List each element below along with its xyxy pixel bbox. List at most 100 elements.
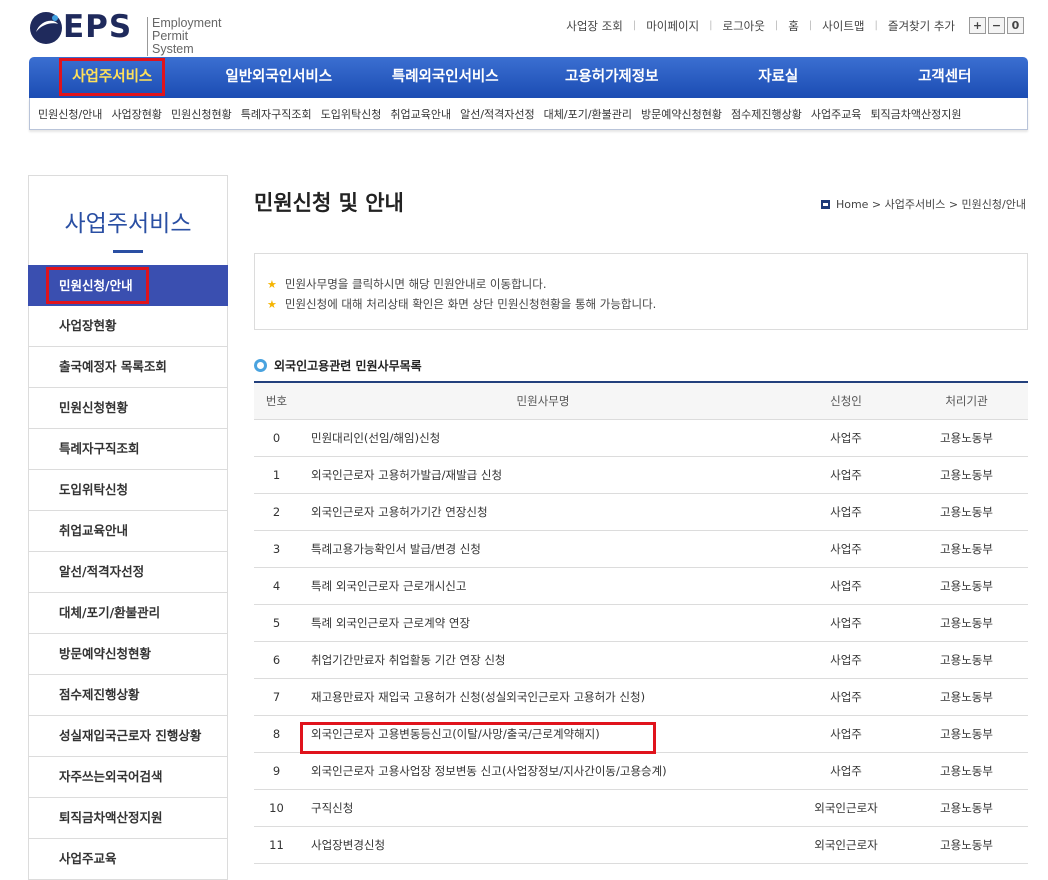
cell-agency: 고용노동부 bbox=[940, 690, 993, 704]
table-row: 0 민원대리인(선임/해임)신청 사업주 고용노동부 bbox=[254, 420, 1028, 457]
subnav-item[interactable]: 도입위탁신청 bbox=[321, 106, 382, 122]
table-row: 1 외국인근로자 고용허가발급/재발급 신청 사업주 고용노동부 bbox=[254, 457, 1028, 494]
breadcrumb-text[interactable]: Home > 사업주서비스 > 민원신청/안내 bbox=[836, 196, 1026, 212]
sidebar-title-box: 사업주서비스 bbox=[28, 175, 228, 265]
sidebar-item-workplace-status[interactable]: 사업장현황 bbox=[28, 306, 228, 347]
highlight-box-row-8 bbox=[300, 722, 656, 754]
gnb-special-foreigner[interactable]: 특례외국인서비스 bbox=[362, 57, 529, 98]
circle-bullet-icon bbox=[254, 359, 267, 372]
cell-name-link[interactable]: 외국인근로자 고용허가발급/재발급 신청 bbox=[299, 467, 787, 483]
gnb-resources[interactable]: 자료실 bbox=[695, 57, 862, 98]
cell-no: 4 bbox=[272, 579, 281, 593]
highlight-box-gnb bbox=[59, 58, 165, 96]
cell-name-link[interactable]: 사업장변경신청 bbox=[299, 837, 787, 853]
subnav-item[interactable]: 특례자구직조회 bbox=[241, 106, 312, 122]
util-link-workplace[interactable]: 사업장 조회 bbox=[566, 18, 623, 34]
subnav-item[interactable]: 사업장현황 bbox=[111, 106, 162, 122]
sub-nav: 민원신청/안내 사업장현황 민원신청현황 특례자구직조회 도입위탁신청 취업교육… bbox=[29, 98, 1028, 130]
zoom-reset-button[interactable]: 0 bbox=[1007, 17, 1024, 34]
header-name: 민원사무명 bbox=[516, 394, 570, 408]
cell-name-link[interactable]: 외국인근로자 고용사업장 정보변동 신고(사업장정보/지사간이동/고용승계) bbox=[299, 763, 787, 779]
table-row: 3 특례고용가능확인서 발급/변경 신청 사업주 고용노동부 bbox=[254, 531, 1028, 568]
sidebar-item-point-system[interactable]: 점수제진행상황 bbox=[28, 675, 228, 716]
gnb-eps-info[interactable]: 고용허가제정보 bbox=[529, 57, 696, 98]
subnav-item[interactable]: 퇴직금차액산정지원 bbox=[870, 106, 961, 122]
subnav-item[interactable]: 알선/적격자선정 bbox=[460, 106, 535, 122]
cell-agency: 고용노동부 bbox=[940, 542, 993, 556]
table-row: 7 재고용만료자 재입국 고용허가 신청(성실외국인근로자 고용허가 신청) 사업주… bbox=[254, 679, 1028, 716]
cell-name-link[interactable]: 특례 외국인근로자 근로개시신고 bbox=[299, 578, 787, 594]
cell-no: 8 bbox=[272, 727, 281, 741]
cell-name-link[interactable]: 특례고용가능확인서 발급/변경 신청 bbox=[299, 541, 787, 557]
sidebar-item-reentry-status[interactable]: 성실재입국근로자 진행상황 bbox=[28, 716, 228, 757]
util-link-logout[interactable]: 로그아웃 bbox=[722, 18, 764, 34]
eps-logo[interactable]: EPS Employment Permit System bbox=[28, 9, 221, 56]
util-link-mypage[interactable]: 마이페이지 bbox=[646, 18, 699, 34]
notice-line: ★ 민원사무명을 클릭하시면 해당 민원안내로 이동합니다. bbox=[267, 277, 547, 291]
logo-text: EPS bbox=[63, 9, 133, 45]
cell-agency: 고용노동부 bbox=[940, 616, 993, 630]
sidebar-item-departure-list[interactable]: 출국예정자 목록조회 bbox=[28, 347, 228, 388]
cell-no: 1 bbox=[272, 468, 281, 482]
section-title: 외국인고용관련 민원사무목록 bbox=[254, 357, 422, 374]
util-link-sitemap[interactable]: 사이트맵 bbox=[822, 18, 864, 34]
cell-agency: 고용노동부 bbox=[940, 431, 993, 445]
table-row: 2 외국인근로자 고용허가기간 연장신청 사업주 고용노동부 bbox=[254, 494, 1028, 531]
utility-nav: 사업장 조회 | 마이페이지 | 로그아웃 | 홈 | 사이트맵 | 즐겨찾기 … bbox=[566, 17, 1024, 34]
sidebar-item-employer-education[interactable]: 사업주교육 bbox=[28, 839, 228, 880]
sidebar-item-placement[interactable]: 알선/적격자선정 bbox=[28, 552, 228, 593]
subnav-item[interactable]: 민원신청현황 bbox=[171, 106, 232, 122]
sidebar-item-entrust-application[interactable]: 도입위탁신청 bbox=[28, 470, 228, 511]
subnav-item[interactable]: 취업교육안내 bbox=[390, 106, 451, 122]
table-row: 5 특례 외국인근로자 근로계약 연장 사업주 고용노동부 bbox=[254, 605, 1028, 642]
home-icon bbox=[820, 199, 830, 209]
cell-name-link[interactable]: 재고용만료자 재입국 고용허가 신청(성실외국인근로자 고용허가 신청) bbox=[299, 689, 787, 705]
cell-name-link[interactable]: 특례 외국인근로자 근로계약 연장 bbox=[299, 615, 787, 631]
sidebar-title-underline bbox=[113, 250, 143, 253]
cell-name-link[interactable]: 민원대리인(선임/해임)신청 bbox=[299, 430, 787, 446]
cell-name-link[interactable]: 외국인근로자 고용허가기간 연장신청 bbox=[299, 504, 787, 520]
zoom-out-button[interactable]: − bbox=[988, 17, 1005, 34]
cell-agency: 고용노동부 bbox=[940, 801, 993, 815]
subnav-item[interactable]: 사업주교육 bbox=[811, 106, 862, 122]
gnb-general-foreigner[interactable]: 일반외국인서비스 bbox=[196, 57, 363, 98]
util-link-bookmark[interactable]: 즐겨찾기 추가 bbox=[888, 18, 955, 34]
zoom-in-button[interactable]: + bbox=[969, 17, 986, 34]
sidebar-item-employment-education[interactable]: 취업교육안내 bbox=[28, 511, 228, 552]
cell-applicant: 사업주 bbox=[830, 764, 862, 778]
zoom-controls: + − 0 bbox=[967, 17, 1024, 34]
header-agency: 처리기관 bbox=[945, 394, 988, 408]
table-row: 6 취업기간만료자 취업활동 기간 연장 신청 사업주 고용노동부 bbox=[254, 642, 1028, 679]
sidebar-item-application-status[interactable]: 민원신청현황 bbox=[28, 388, 228, 429]
subnav-item[interactable]: 대체/포기/환불관리 bbox=[544, 106, 632, 122]
logo-mark-icon bbox=[30, 12, 62, 44]
util-link-home[interactable]: 홈 bbox=[788, 18, 799, 34]
cell-applicant: 외국인근로자 bbox=[814, 838, 878, 852]
subnav-item[interactable]: 점수제진행상황 bbox=[731, 106, 802, 122]
sidebar-item-visit-reservation[interactable]: 방문예약신청현황 bbox=[28, 634, 228, 675]
sidebar-item-severance-support[interactable]: 퇴직금차액산정지원 bbox=[28, 798, 228, 839]
cell-no: 11 bbox=[269, 838, 284, 852]
cell-agency: 고용노동부 bbox=[940, 653, 993, 667]
cell-name-link[interactable]: 취업기간만료자 취업활동 기간 연장 신청 bbox=[299, 652, 787, 668]
subnav-item[interactable]: 방문예약신청현황 bbox=[641, 106, 722, 122]
cell-agency: 고용노동부 bbox=[940, 727, 993, 741]
cell-applicant: 사업주 bbox=[830, 579, 862, 593]
cell-no: 5 bbox=[272, 616, 281, 630]
cell-applicant: 사업주 bbox=[830, 542, 862, 556]
table-row: 9 외국인근로자 고용사업장 정보변동 신고(사업장정보/지사간이동/고용승계) 사… bbox=[254, 753, 1028, 790]
sidebar-item-foreign-language[interactable]: 자주쓰는외국어검색 bbox=[28, 757, 228, 798]
subnav-item[interactable]: 민원신청/안내 bbox=[38, 106, 102, 122]
cell-applicant: 사업주 bbox=[830, 468, 862, 482]
cell-no: 2 bbox=[272, 505, 281, 519]
logo-subtitle: Employment Permit System bbox=[147, 17, 221, 56]
main-nav: 사업주서비스 일반외국인서비스 특례외국인서비스 고용허가제정보 자료실 고객센… bbox=[29, 57, 1028, 98]
sidebar-item-replacement-refund[interactable]: 대체/포기/환불관리 bbox=[28, 593, 228, 634]
sidebar-item-special-job-search[interactable]: 특례자구직조회 bbox=[28, 429, 228, 470]
table-row: 10 구직신청 외국인근로자 고용노동부 bbox=[254, 790, 1028, 827]
gnb-customer-center[interactable]: 고객센터 bbox=[862, 57, 1029, 98]
page-title: 민원신청 및 안내 bbox=[254, 191, 404, 215]
cell-name-link[interactable]: 구직신청 bbox=[299, 800, 787, 816]
notice-box: ★ 민원사무명을 클릭하시면 해당 민원안내로 이동합니다. ★ 민원신청에 대… bbox=[254, 253, 1028, 330]
cell-agency: 고용노동부 bbox=[940, 838, 993, 852]
